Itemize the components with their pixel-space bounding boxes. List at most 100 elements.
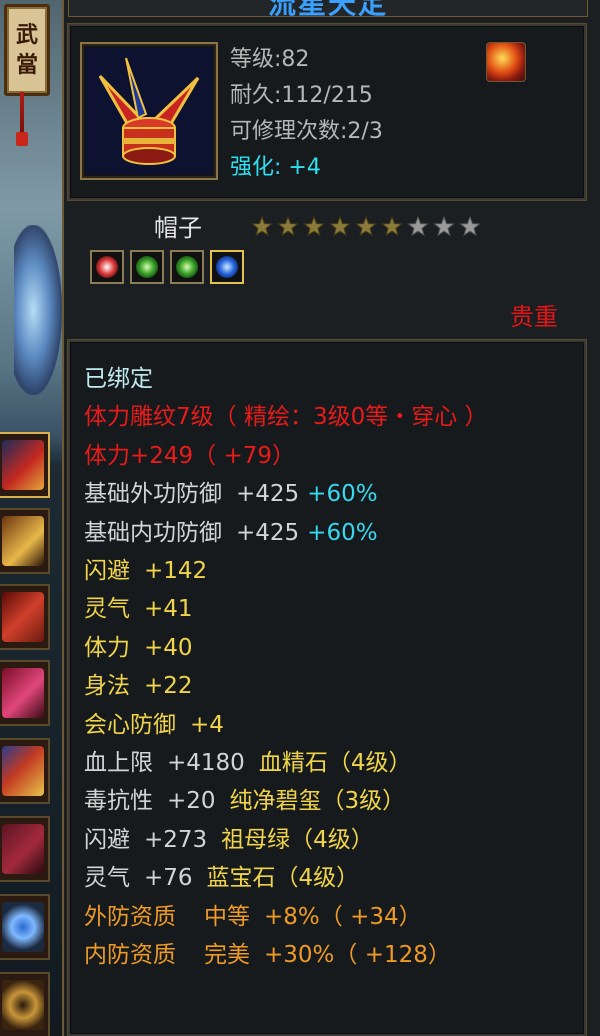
bracer-slot[interactable] xyxy=(0,584,50,650)
item-name: 帽子 xyxy=(154,214,202,242)
stat-label: 闪避 xyxy=(84,558,130,585)
stat-percent: +60% xyxy=(307,481,378,508)
belt-slot[interactable] xyxy=(0,738,50,804)
ext-quality-line: 外防资质 中等 +8%（ +34） xyxy=(84,898,488,936)
item-repairs: 可修理次数:2/3 xyxy=(230,119,383,144)
agility-line: 身法 +22 xyxy=(84,667,488,705)
star-rating-graphic xyxy=(251,215,481,237)
stat-value: +20 xyxy=(167,788,216,815)
shoulder-slot[interactable] xyxy=(0,508,50,574)
flame-icon[interactable] xyxy=(486,42,526,82)
item-info: 等级:82 耐久:112/215 可修理次数:2/3 强化: +4 xyxy=(230,42,383,186)
item-level: 等级:82 xyxy=(230,47,310,72)
stat-label: 会心防御 xyxy=(84,711,176,738)
dodge-line: 闪避 +142 xyxy=(84,552,488,590)
ring2-icon xyxy=(2,980,44,1030)
star-filled xyxy=(381,215,403,237)
stat-label: 灵气 xyxy=(84,596,130,623)
sign-char-2: 當 xyxy=(15,52,38,78)
title-bar: 流星天定 xyxy=(68,0,588,17)
hp-gem-line: 血上限 +4180 血精石（4级） xyxy=(84,744,488,782)
stat-label: 基础内功防御 xyxy=(84,519,222,546)
quality-grade: 中等 xyxy=(204,903,250,930)
hat-icon xyxy=(2,440,44,490)
item-enhance: 强化: +4 xyxy=(230,155,321,180)
quality-grade: 完美 xyxy=(204,942,250,969)
red-tassel xyxy=(16,92,28,146)
shoulder-icon xyxy=(2,516,44,566)
spirit-line: 灵气 +41 xyxy=(84,590,488,628)
quality-bonus: （ +34） xyxy=(319,903,422,930)
sign-char-1: 武 xyxy=(15,22,38,48)
star-filled xyxy=(303,215,325,237)
star-filled xyxy=(277,215,299,237)
crystal-decoration xyxy=(14,225,62,395)
gem-sockets xyxy=(90,250,244,284)
bound-status: 已绑定 xyxy=(84,366,153,392)
item-icon-frame xyxy=(80,42,218,180)
boot-slot[interactable] xyxy=(0,816,50,882)
engrave-line: 体力雕纹7级（ 精绘：3级0等・穿心 ） xyxy=(84,404,488,431)
stat-value: +4180 xyxy=(167,750,245,777)
glove-slot[interactable] xyxy=(0,660,50,726)
stamina-line: 体力 +40 xyxy=(84,629,488,667)
stat-label: 身法 xyxy=(84,673,130,700)
star-filled xyxy=(251,215,273,237)
stat-label: 血上限 xyxy=(84,750,153,777)
wudang-sign: 武 當 xyxy=(4,4,50,96)
dodge-gem-line: 闪避 +273 祖母绿（4级） xyxy=(84,821,488,859)
star-rating xyxy=(250,215,490,239)
stat-value: +142 xyxy=(144,558,208,585)
glove-icon xyxy=(2,668,44,718)
quality-percent: +8% xyxy=(264,903,320,930)
star-empty xyxy=(433,215,455,237)
property-list: 已绑定 体力雕纹7级（ 精绘：3级0等・穿心 ） 体力+249（ +79） 基础… xyxy=(84,360,488,975)
gem-name: 血精石（4级） xyxy=(258,750,412,777)
green-jade-gem[interactable] xyxy=(130,250,164,284)
window-title: 流星天定 xyxy=(267,0,388,17)
rarity-label: 贵重 xyxy=(510,303,558,331)
quality-label: 内防资质 xyxy=(84,942,176,969)
item-tooltip-panel: 流星天定 等级:82 耐久:112/215 可修理次数:2/3 强化: +4 帽… xyxy=(62,0,600,1036)
stat-value: +76 xyxy=(144,865,193,892)
crit-def-line: 会心防御 +4 xyxy=(84,706,488,744)
ring-slot[interactable] xyxy=(0,894,50,960)
stamina-total-line: 体力+249（ +79） xyxy=(84,442,296,469)
star-empty xyxy=(459,215,481,237)
stat-label: 闪避 xyxy=(84,826,130,853)
ring-icon xyxy=(2,902,44,952)
stat-value: +41 xyxy=(144,596,193,623)
stat-label: 毒抗性 xyxy=(84,788,153,815)
int-quality-line: 内防资质 完美 +30%（ +128） xyxy=(84,936,488,974)
stat-value: +4 xyxy=(190,711,224,738)
red-rune-gem[interactable] xyxy=(90,250,124,284)
item-header-box: 等级:82 耐久:112/215 可修理次数:2/3 强化: +4 xyxy=(68,24,586,200)
stat-value: +425 xyxy=(236,481,300,508)
quality-label: 外防资质 xyxy=(84,903,176,930)
stat-value: +425 xyxy=(236,519,300,546)
gem-name: 纯净碧玺（3级） xyxy=(229,788,406,815)
int-def-line: 基础内功防御 +425 +60% xyxy=(84,514,488,552)
stat-value: +22 xyxy=(144,673,193,700)
blue-sapphire-gem[interactable] xyxy=(210,250,244,284)
bracer-icon xyxy=(2,592,44,642)
stat-label: 体力 xyxy=(84,634,130,661)
game-scene-strip: 武 當 xyxy=(0,0,62,1036)
star-filled xyxy=(329,215,351,237)
stat-label: 基础外功防御 xyxy=(84,481,222,508)
gem-name: 蓝宝石（4级） xyxy=(206,865,360,892)
green-jade-gem-2[interactable] xyxy=(170,250,204,284)
quality-bonus: （ +128） xyxy=(334,942,451,969)
poison-gem-line: 毒抗性 +20 纯净碧玺（3级） xyxy=(84,782,488,820)
stat-label: 灵气 xyxy=(84,865,130,892)
ring2-slot[interactable] xyxy=(0,972,50,1036)
stat-percent: +60% xyxy=(307,519,378,546)
hat-slot[interactable] xyxy=(0,432,50,498)
spirit-gem-line: 灵气 +76 蓝宝石（4级） xyxy=(84,859,488,897)
item-durability: 耐久:112/215 xyxy=(230,83,373,108)
properties-box: 已绑定 体力雕纹7级（ 精绘：3级0等・穿心 ） 体力+249（ +79） 基础… xyxy=(68,340,586,1036)
quality-percent: +30% xyxy=(264,942,335,969)
ext-def-line: 基础外功防御 +425 +60% xyxy=(84,475,488,513)
star-filled xyxy=(355,215,377,237)
boot-icon xyxy=(2,824,44,874)
